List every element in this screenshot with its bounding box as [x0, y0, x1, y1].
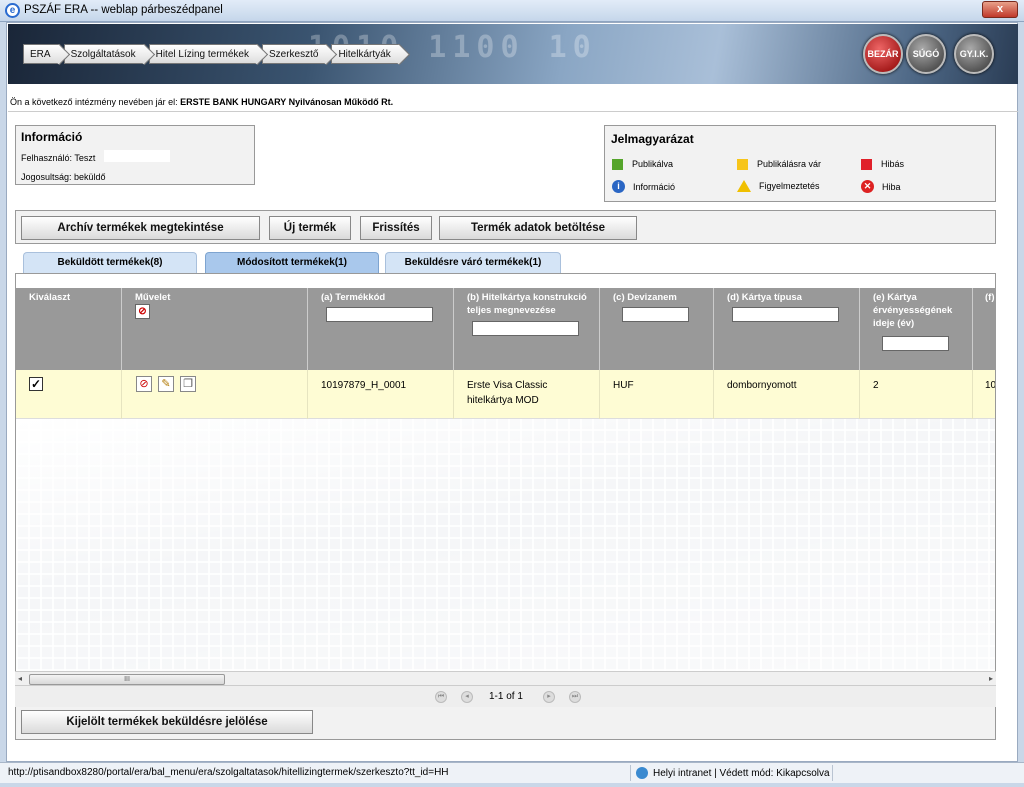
help-button[interactable]: SÚGÓ	[906, 34, 946, 74]
info-panel: Információ Felhasználó: Teszt Jogosultsá…	[15, 125, 255, 185]
copy-icon[interactable]: ❐	[180, 376, 196, 392]
tab-modified[interactable]: Módosított termékek(1)	[205, 252, 379, 273]
column-currency: (c) Devizanem	[600, 288, 714, 370]
column-action: Művelet ⊘	[122, 288, 308, 370]
edit-icon[interactable]: ✎	[158, 376, 174, 392]
prev-page-icon[interactable]: ◂	[461, 691, 473, 703]
legend-panel: Jelmagyarázat Publikálva Publikálásra vá…	[604, 125, 996, 202]
globe-icon	[636, 767, 648, 779]
red-square-icon	[861, 158, 872, 170]
column-card-type: (d) Kártya típusa	[714, 288, 860, 370]
status-zone: Helyi intranet | Védett mód: Kikapcsolva	[636, 767, 830, 779]
breadcrumb-szerkeszto[interactable]: Szerkesztő	[261, 44, 328, 64]
bottom-toolbar: Kijelölt termékek beküldésre jelölése	[15, 707, 996, 740]
cell-currency: HUF	[600, 370, 714, 419]
grid-background	[16, 419, 995, 687]
column-next: (f) hitel mi	[985, 292, 995, 303]
dialog-frame: 1010 1100 10 ERA Szolgáltatások Hitel Lí…	[6, 22, 1018, 762]
faq-button[interactable]: GY.I.K.	[954, 34, 994, 74]
scroll-left-icon[interactable]: ◂	[18, 674, 22, 683]
header-banner: 1010 1100 10 ERA Szolgáltatások Hitel Lí…	[8, 24, 1018, 84]
first-page-icon[interactable]: ⏮	[435, 691, 447, 703]
cell-code: 10197879_H_0001	[308, 370, 454, 419]
code-filter-input[interactable]	[326, 307, 433, 322]
window-title: PSZÁF ERA -- weblap párbeszédpanel	[24, 4, 223, 16]
row-checkbox[interactable]: ✓	[29, 377, 43, 391]
name-filter-input[interactable]	[472, 321, 579, 336]
legend-error: ✕ Hiba	[861, 180, 901, 193]
window-titlebar: e PSZÁF ERA -- weblap párbeszédpanel x	[0, 0, 1024, 22]
next-page-icon[interactable]: ▸	[543, 691, 555, 703]
user-label: Felhasználó: Teszt	[21, 153, 96, 163]
redacted-user	[104, 150, 170, 162]
table-row[interactable]: ✓ ⊘ ✎ ❐ 10197879_H_0001 Erste Visa Class…	[16, 370, 996, 419]
delete-icon[interactable]: ⊘	[136, 376, 152, 392]
grid-header: Kiválaszt Művelet ⊘ (a) Termékkód (b) Hi…	[16, 288, 995, 370]
status-separator	[630, 765, 631, 781]
cell-next: 10	[985, 380, 996, 391]
cell-validity: 2	[860, 370, 973, 419]
cell-actions: ⊘ ✎ ❐	[122, 370, 308, 419]
role-label: Jogosultság: beküldő	[21, 172, 106, 182]
archive-button[interactable]: Archív termékek megtekintése	[21, 216, 260, 240]
legend-pending: Publikálásra vár	[737, 158, 821, 170]
legend-info: i Információ	[612, 180, 675, 193]
breadcrumb-hitel-lizing[interactable]: Hitel Lízing termékek	[148, 44, 258, 64]
load-data-button[interactable]: Termék adatok betöltése	[439, 216, 637, 240]
info-title: Információ	[21, 130, 83, 144]
tab-awaiting[interactable]: Beküldésre váró termékek(1)	[385, 252, 561, 273]
page-info: 1-1 of 1	[489, 691, 523, 702]
cell-card-type: dombornyomott	[714, 370, 860, 419]
status-bar: http://ptisandbox8280/portal/era/bal_men…	[0, 762, 1024, 783]
yellow-square-icon	[737, 158, 748, 170]
column-name: (b) Hitelkártya konstrukció teljes megne…	[454, 288, 600, 370]
close-button[interactable]: BEZÁR	[863, 34, 903, 74]
legend-published: Publikálva	[612, 158, 673, 170]
scroll-thumb[interactable]: III	[29, 674, 225, 685]
card-type-filter-input[interactable]	[732, 307, 839, 322]
column-validity: (e) Kártya érvényességének ideje (év)	[860, 288, 973, 370]
status-url: http://ptisandbox8280/portal/era/bal_men…	[8, 767, 449, 778]
cell-select: ✓	[16, 370, 122, 419]
institution-line: Ön a következő intézmény nevében jár el:…	[10, 97, 394, 107]
column-select: Kiválaszt	[16, 288, 122, 370]
error-icon: ✕	[861, 180, 874, 193]
legend-faulty: Hibás	[861, 158, 904, 170]
mark-for-submit-button[interactable]: Kijelölt termékek beküldésre jelölése	[21, 710, 313, 734]
legend-warning: Figyelmeztetés	[737, 180, 820, 192]
scroll-right-icon[interactable]: ▸	[989, 674, 993, 683]
ie-logo-icon: e	[5, 3, 20, 18]
legend-title: Jelmagyarázat	[611, 132, 694, 146]
info-icon: i	[612, 180, 625, 193]
divider	[8, 111, 1018, 112]
green-square-icon	[612, 158, 623, 170]
window-close-button[interactable]: x	[982, 1, 1018, 18]
cell-name: Erste Visa Classic hitelkártya MOD	[454, 370, 600, 419]
validity-filter-input[interactable]	[882, 336, 949, 351]
refresh-button[interactable]: Frissítés	[360, 216, 432, 240]
breadcrumb-era[interactable]: ERA	[23, 44, 60, 64]
breadcrumb-szolgaltatasok[interactable]: Szolgáltatások	[63, 44, 145, 64]
last-page-icon[interactable]: ⏭	[569, 691, 581, 703]
status-separator	[832, 765, 833, 781]
products-grid: Kiválaszt Művelet ⊘ (a) Termékkód (b) Hi…	[15, 273, 996, 688]
column-code: (a) Termékkód	[308, 288, 454, 370]
pager: ⏮ ◂ 1-1 of 1 ▸ ⏭	[15, 685, 996, 707]
toolbar: Archív termékek megtekintése Új termék F…	[15, 210, 996, 244]
new-product-button[interactable]: Új termék	[269, 216, 351, 240]
currency-filter-input[interactable]	[622, 307, 689, 322]
warning-icon	[737, 180, 751, 192]
breadcrumb-hitelkartyak[interactable]: Hitelkártyák	[331, 44, 400, 64]
tab-submitted[interactable]: Beküldött termékek(8)	[23, 252, 197, 273]
institution-name: ERSTE BANK HUNGARY Nyilvánosan Működő Rt…	[180, 97, 394, 107]
clear-filter-icon[interactable]: ⊘	[135, 304, 150, 319]
breadcrumb: ERA Szolgáltatások Hitel Lízing termékek…	[23, 44, 404, 64]
